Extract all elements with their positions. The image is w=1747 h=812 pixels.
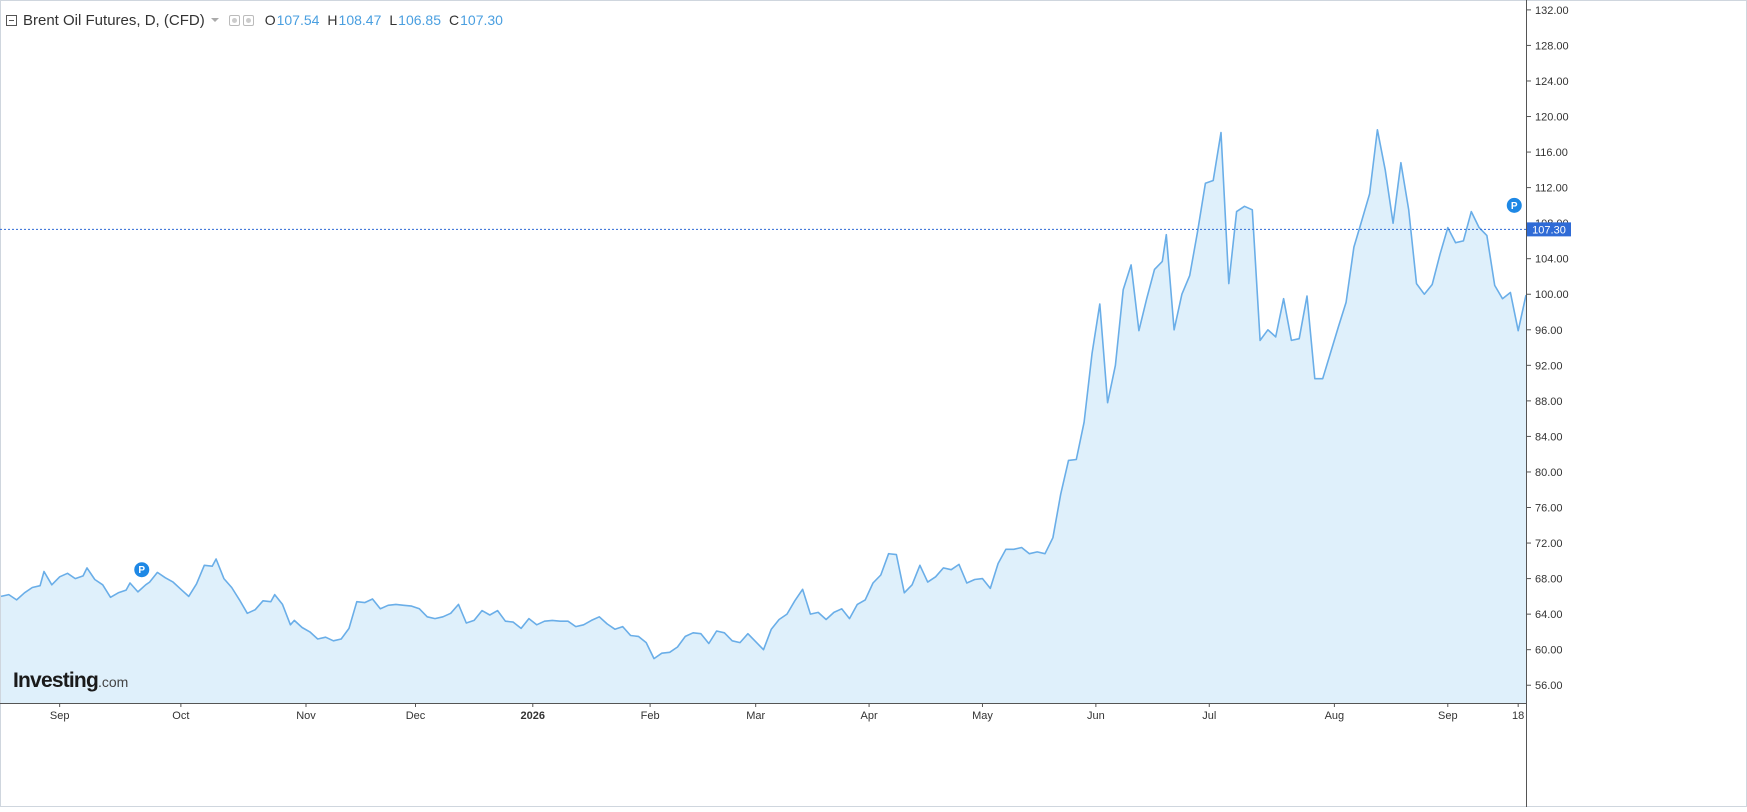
x-tick-label: Jun bbox=[1087, 710, 1105, 722]
x-tick-label: Mar bbox=[746, 710, 765, 722]
ohlc-low: L 106.85 bbox=[389, 12, 441, 28]
x-tick-label: Sep bbox=[50, 710, 70, 722]
ohlc-close-value: 107.30 bbox=[460, 12, 503, 28]
ohlc-high-key: H bbox=[327, 12, 338, 28]
x-tick-label: Jul bbox=[1202, 710, 1216, 722]
y-tick-label: 68.00 bbox=[1535, 574, 1563, 586]
ohlc-open-key: O bbox=[264, 12, 276, 28]
y-tick-label: 112.00 bbox=[1535, 183, 1568, 195]
y-tick-label: 104.00 bbox=[1535, 254, 1569, 266]
ohlc-open: O 107.54 bbox=[265, 12, 320, 28]
x-tick-label: Feb bbox=[641, 710, 660, 722]
collapse-icon[interactable] bbox=[6, 14, 17, 26]
chart-area[interactable]: 56.00 60.00 64.00 68.00 72.00 76.00 80.00 84.00… bbox=[0, 0, 1747, 807]
logo-suffix: .com bbox=[97, 674, 129, 690]
x-tick-label: Apr bbox=[861, 710, 878, 722]
y-tick-label: 120.00 bbox=[1535, 112, 1569, 124]
x-tick-label: Oct bbox=[172, 710, 189, 722]
y-tick-label: 76.00 bbox=[1535, 503, 1563, 515]
y-tick-label: 96.00 bbox=[1535, 325, 1563, 337]
x-tick-label: May bbox=[972, 710, 993, 722]
chart-legend-header: Brent Oil Futures, D, (CFD) O 107.54 H 1… bbox=[6, 9, 503, 31]
ohlc-low-key: L bbox=[389, 12, 398, 28]
y-tick-label: 100.00 bbox=[1535, 289, 1569, 301]
y-tick-label: 60.00 bbox=[1535, 645, 1563, 657]
event-marker-letter: P bbox=[138, 565, 145, 576]
ohlc-close-key: C bbox=[449, 12, 460, 28]
y-tick-label: 88.00 bbox=[1535, 396, 1563, 408]
y-tick-label: 92.00 bbox=[1535, 360, 1563, 372]
x-tick-label: 2026 bbox=[521, 710, 545, 722]
ohlc-high-value: 108.47 bbox=[338, 12, 382, 28]
event-marker-letter: P bbox=[1511, 201, 1518, 212]
y-tick-label: 128.00 bbox=[1535, 40, 1569, 52]
y-tick-label: 116.00 bbox=[1535, 147, 1568, 159]
ohlc-close: C 107.30 bbox=[449, 12, 503, 28]
current-price-label: 107.30 bbox=[1532, 224, 1566, 236]
caret-down-icon[interactable] bbox=[210, 18, 219, 22]
event-marker-icon[interactable]: P bbox=[134, 562, 150, 578]
y-tick-label: 80.00 bbox=[1535, 467, 1563, 479]
ohlc-high: H 108.47 bbox=[327, 12, 381, 28]
x-tick-label: Aug bbox=[1325, 710, 1345, 722]
logo-main: Investing bbox=[13, 669, 99, 692]
y-tick-label: 56.00 bbox=[1535, 680, 1563, 692]
y-tick-label: 64.00 bbox=[1535, 609, 1563, 621]
x-tick-label: Nov bbox=[296, 710, 316, 722]
gear-icon[interactable] bbox=[242, 14, 254, 26]
y-tick-label: 132.00 bbox=[1535, 5, 1569, 17]
y-tick-label: 124.00 bbox=[1535, 76, 1569, 88]
price-chart[interactable]: 56.00 60.00 64.00 68.00 72.00 76.00 80.00 84.00… bbox=[0, 0, 1747, 807]
settings-icon[interactable] bbox=[228, 14, 240, 26]
event-marker-icon[interactable]: P bbox=[1506, 197, 1522, 213]
symbol-title[interactable]: Brent Oil Futures, D, (CFD) bbox=[23, 12, 205, 29]
ohlc-open-value: 107.54 bbox=[276, 12, 320, 28]
ohlc-low-value: 106.85 bbox=[398, 12, 441, 28]
investing-logo: Investing.com bbox=[13, 669, 128, 693]
y-tick-label: 72.00 bbox=[1535, 538, 1563, 550]
x-tick-label: Dec bbox=[406, 710, 426, 722]
x-tick-label: 18 bbox=[1512, 710, 1524, 722]
x-tick-label: Sep bbox=[1438, 710, 1458, 722]
y-tick-label: 84.00 bbox=[1535, 431, 1563, 443]
